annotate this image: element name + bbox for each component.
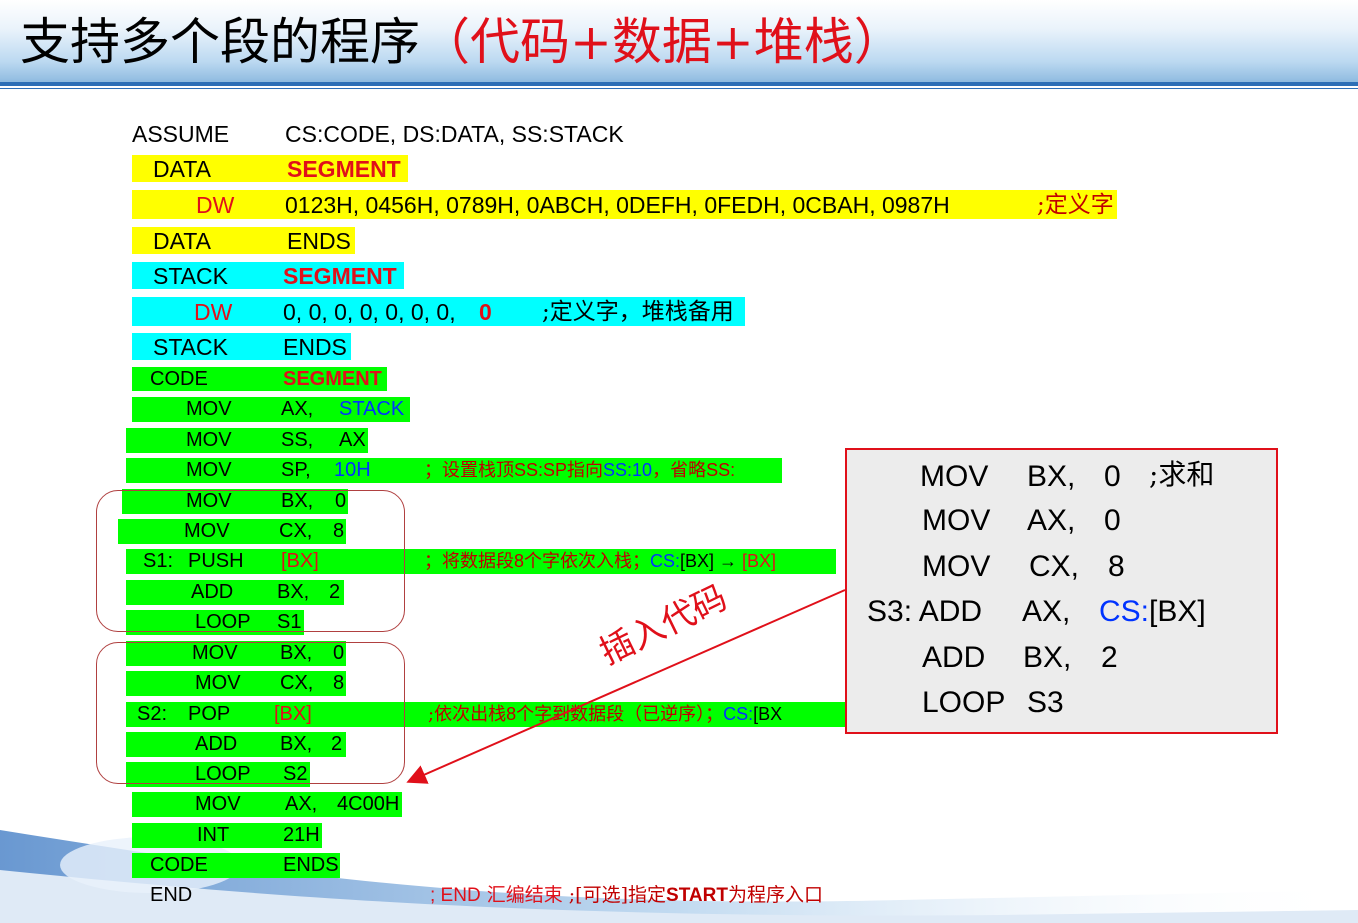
- arg-zero: 0: [333, 642, 345, 664]
- arg-zero: 0: [335, 490, 347, 512]
- code-seg-name: CODE: [150, 368, 208, 390]
- op-add: ADD: [195, 733, 238, 755]
- popup-arg-bx: BX,: [1027, 460, 1076, 493]
- op-pop: POP: [188, 703, 231, 725]
- op-mov: MOV: [195, 672, 241, 694]
- arg-10h: 10H: [334, 459, 371, 481]
- assume-keyword: ASSUME: [132, 121, 230, 147]
- popup-arg-eight: 8: [1108, 550, 1125, 583]
- op-mov: MOV: [186, 459, 232, 481]
- arg-cx: CX,: [279, 520, 313, 542]
- op-mov: MOV: [195, 793, 241, 815]
- arg-bx-mem: [BX]: [281, 550, 319, 572]
- header-rule-thin: [0, 88, 1358, 89]
- code-ends-name: CODE: [150, 854, 208, 876]
- stack-dw-comment: ;定义字，堆栈备用: [542, 299, 734, 325]
- arg-s2: S2: [283, 763, 308, 785]
- arg-4c00h: 4C00H: [337, 793, 400, 815]
- popup-op-add: ADD: [922, 641, 986, 674]
- popup-arg-ax: AX,: [1022, 595, 1071, 628]
- stack-dw-values: 0, 0, 0, 0, 0, 0, 0,: [283, 299, 456, 325]
- op-mov: MOV: [184, 520, 230, 542]
- arg-bx-mem: [BX]: [274, 703, 312, 725]
- stack-seg-keyword: SEGMENT: [283, 263, 397, 289]
- inserted-code-box: MOV BX, 0 ;求和 MOV AX, 0 MOV CX, 8 S3: AD…: [845, 448, 1278, 734]
- popup-op-mov: MOV: [922, 550, 991, 583]
- popup-arg-zero: 0: [1104, 460, 1121, 493]
- popup-arg-bx: BX,: [1023, 641, 1072, 674]
- title-main: 支持多个段的程序: [20, 13, 420, 71]
- arg-cx: CX,: [280, 672, 314, 694]
- data-seg-keyword: SEGMENT: [287, 156, 401, 182]
- label-s2: S2:: [137, 703, 168, 725]
- arg-two: 2: [331, 733, 343, 755]
- highlight-mov-ss: [126, 428, 368, 453]
- slide-title: 支持多个段的程序（代码+数据+堆栈）: [20, 6, 904, 78]
- arg-s1: S1: [277, 611, 302, 633]
- stack-dw-last: 0: [479, 299, 492, 325]
- data-dw-values: 0123H, 0456H, 0789H, 0ABCH, 0DEFH, 0FEDH…: [285, 192, 950, 218]
- arg-ss: SS,: [281, 429, 314, 451]
- data-ends-name: DATA: [153, 228, 211, 254]
- stack-dw-keyword: DW: [194, 299, 233, 325]
- code-seg-keyword: SEGMENT: [283, 368, 382, 390]
- popup-arg-zero: 0: [1104, 504, 1121, 537]
- arg-ax: AX: [339, 429, 366, 451]
- op-mov: MOV: [186, 429, 232, 451]
- arg-sp: SP,: [281, 459, 311, 481]
- popup-label-s3-add: S3: ADD: [867, 595, 983, 628]
- popup-arg-s3: S3: [1027, 686, 1064, 719]
- end-keyword: END: [150, 884, 193, 906]
- popup-arg-cx: CX,: [1029, 550, 1080, 583]
- arg-eight: 8: [333, 672, 345, 694]
- op-loop: LOOP: [195, 763, 251, 785]
- mov-sp-comment: ；设置栈顶SS:SP指向SS:10，省略SS:: [424, 460, 736, 481]
- assume-args: CS:CODE, DS:DATA, SS:STACK: [285, 121, 624, 147]
- label-s1: S1:: [143, 550, 174, 572]
- popup-arg-two: 2: [1101, 641, 1118, 674]
- title-accent: （代码+数据+堆栈）: [420, 13, 904, 71]
- op-mov: MOV: [186, 490, 232, 512]
- data-seg-name: DATA: [153, 156, 211, 182]
- op-push: PUSH: [188, 550, 244, 572]
- popup-comment-sum: ;求和: [1149, 458, 1215, 491]
- popup-op-mov: MOV: [922, 504, 991, 537]
- stack-seg-name: STACK: [153, 263, 228, 289]
- stack-ends-name: STACK: [153, 334, 228, 360]
- op-loop: LOOP: [195, 611, 251, 633]
- arg-eight: 8: [333, 520, 345, 542]
- arg-ax: AX,: [285, 793, 318, 815]
- popup-arg-ax: AX,: [1027, 504, 1076, 537]
- push-comment: ；将数据段8个字依次入栈；CS:[BX] → [BX]: [424, 551, 777, 572]
- op-add: ADD: [191, 581, 234, 603]
- op-mov: MOV: [186, 398, 232, 420]
- header-rule: [0, 82, 1358, 86]
- pop-comment: ;依次出栈8个字到数据段（已逆序）；CS:[BX: [428, 704, 783, 725]
- arg-two: 2: [329, 581, 341, 603]
- popup-arg-cs-bx: CS:[BX]: [1099, 595, 1206, 628]
- data-ends-keyword: ENDS: [287, 228, 351, 254]
- arg-ax: AX,: [281, 398, 314, 420]
- end-comment: ; END 汇编结束 ;[可选]指定START为程序入口: [430, 884, 823, 906]
- arg-stack: STACK: [339, 398, 405, 420]
- insert-code-annotation: 插入代码: [593, 577, 734, 674]
- stack-ends-keyword: ENDS: [283, 334, 347, 360]
- op-int: INT: [197, 824, 230, 846]
- popup-op-mov: MOV: [920, 460, 989, 493]
- arg-bx: BX,: [280, 733, 313, 755]
- data-dw-comment: ;定义字: [1037, 192, 1114, 218]
- arg-bx: BX,: [277, 581, 310, 603]
- data-dw-keyword: DW: [196, 192, 235, 218]
- arg-bx: BX,: [281, 490, 314, 512]
- arg-bx: BX,: [280, 642, 313, 664]
- popup-op-loop: LOOP: [922, 686, 1006, 719]
- op-mov: MOV: [192, 642, 238, 664]
- arg-21h: 21H: [283, 824, 320, 846]
- code-ends-keyword: ENDS: [283, 854, 339, 876]
